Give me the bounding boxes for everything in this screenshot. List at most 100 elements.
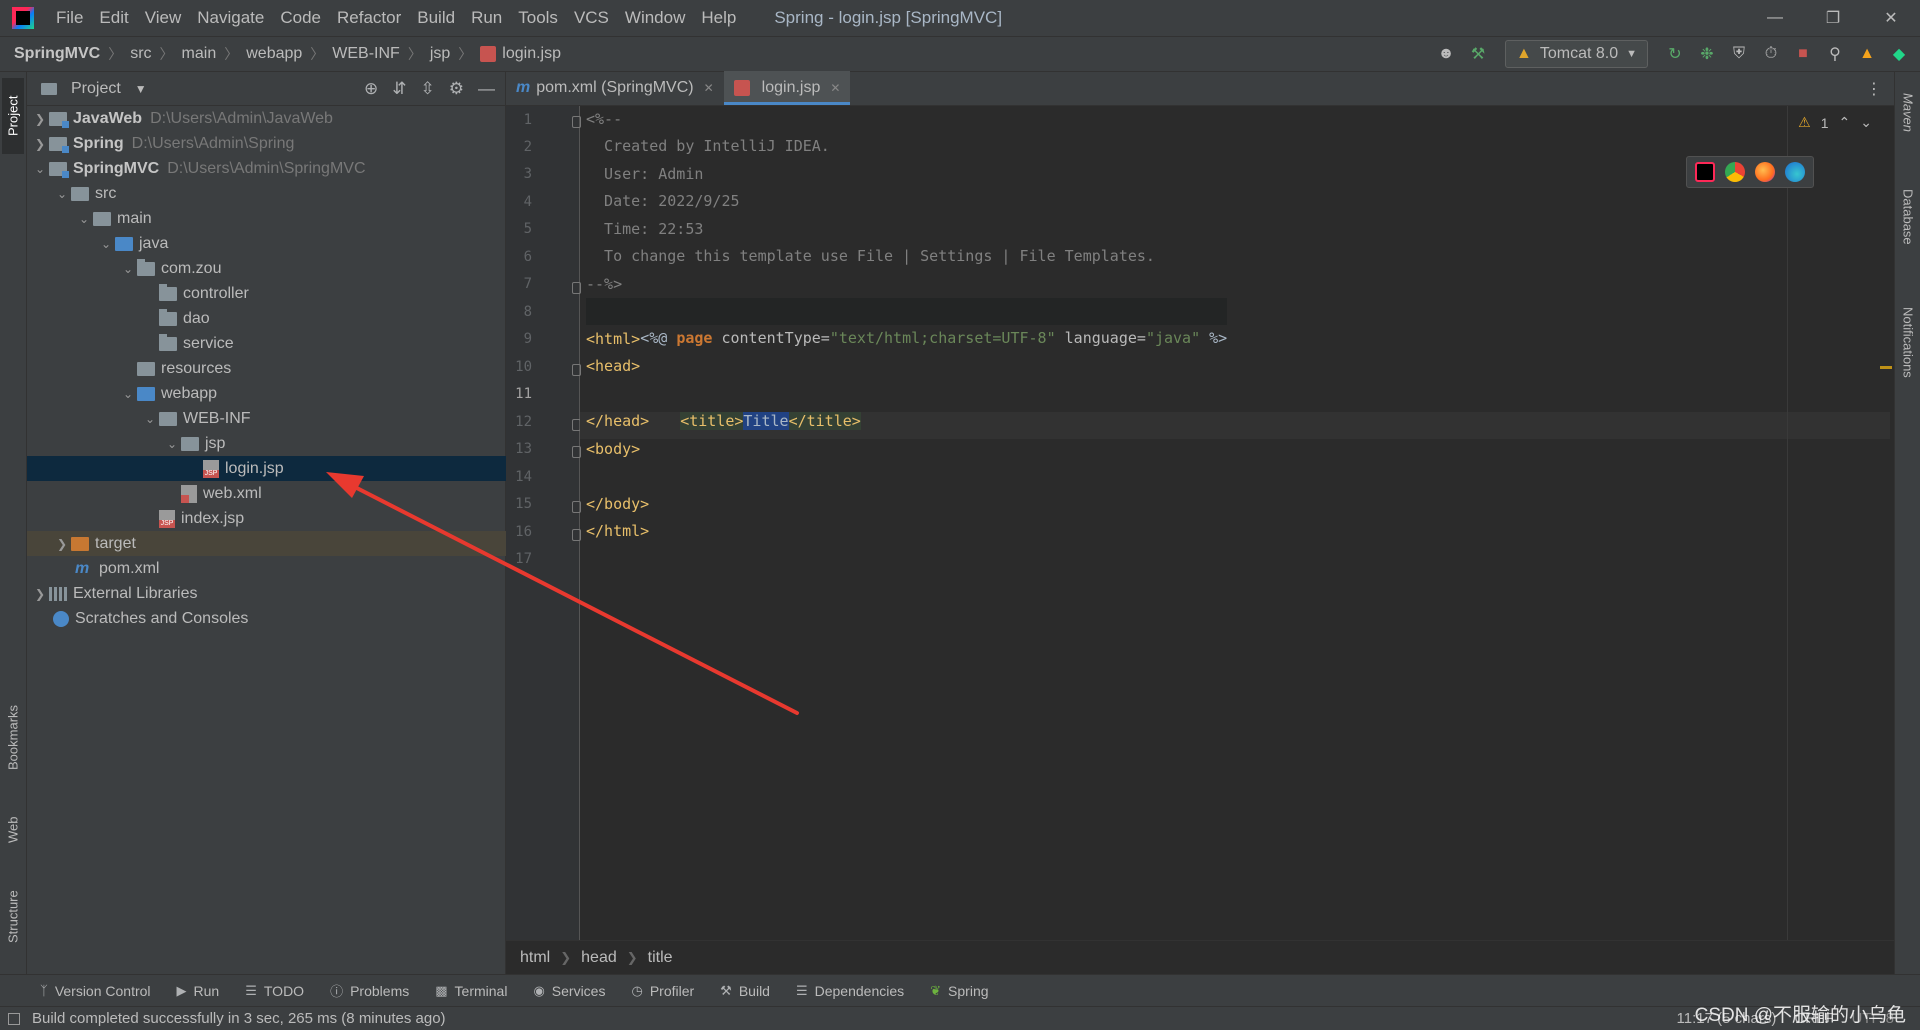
build-hammer-icon[interactable]: ⚒ bbox=[1465, 41, 1491, 67]
breadcrumb-title[interactable]: title bbox=[648, 949, 673, 967]
tree-item-index-jsp[interactable]: index.jsp bbox=[27, 506, 506, 531]
tree-item-springmvc[interactable]: ⌄ SpringMVC D:\Users\Admin\SpringMVC bbox=[27, 156, 506, 181]
breadcrumb-head[interactable]: head bbox=[581, 949, 617, 967]
tree-item-target[interactable]: ❯ target bbox=[27, 531, 506, 556]
chevron-right-icon[interactable]: ❯ bbox=[31, 587, 49, 601]
chevron-down-icon[interactable]: ⌄ bbox=[53, 187, 71, 201]
gear-icon[interactable]: ⚙ bbox=[449, 79, 464, 99]
tree-item-scratches[interactable]: Scratches and Consoles bbox=[27, 606, 506, 631]
bookmarks-tool-tab[interactable]: Bookmarks bbox=[2, 692, 24, 782]
status-message[interactable]: Build completed successfully in 3 sec, 2… bbox=[8, 1010, 446, 1027]
tree-item-webapp[interactable]: ⌄ webapp bbox=[27, 381, 506, 406]
tree-item-pom-xml[interactable]: m pom.xml bbox=[27, 556, 506, 581]
fold-marker-icon[interactable] bbox=[572, 529, 581, 541]
breadcrumb-html[interactable]: html bbox=[520, 949, 550, 967]
restore-icon[interactable]: ❐ bbox=[1804, 0, 1862, 36]
minimize-icon[interactable]: — bbox=[1746, 0, 1804, 36]
menu-vcs[interactable]: VCS bbox=[566, 0, 617, 36]
fold-marker-icon[interactable] bbox=[572, 282, 581, 294]
web-tool-tab[interactable]: Web bbox=[2, 802, 24, 858]
menu-window[interactable]: Window bbox=[617, 0, 693, 36]
menu-file[interactable]: File bbox=[48, 0, 91, 36]
tool-dependencies[interactable]: ☰ Dependencies bbox=[796, 983, 904, 999]
tree-item-dao[interactable]: dao bbox=[27, 306, 506, 331]
tree-item-javaweb[interactable]: ❯ JavaWeb D:\Users\Admin\JavaWeb bbox=[27, 106, 506, 131]
fold-marker-icon[interactable] bbox=[572, 364, 581, 376]
tab-login-jsp[interactable]: login.jsp ✕ bbox=[723, 71, 851, 105]
edge-icon[interactable] bbox=[1785, 162, 1805, 182]
notifications-tool-tab[interactable]: Notifications bbox=[1897, 282, 1919, 402]
chevron-up-icon[interactable]: ⌃ bbox=[1839, 114, 1851, 131]
tree-item-jsp[interactable]: ⌄ jsp bbox=[27, 431, 506, 456]
fold-marker-icon[interactable] bbox=[572, 501, 581, 513]
menu-refactor[interactable]: Refactor bbox=[329, 0, 409, 36]
tree-item-resources[interactable]: resources bbox=[27, 356, 506, 381]
firefox-icon[interactable] bbox=[1755, 162, 1775, 182]
intellij-browser-icon[interactable] bbox=[1695, 162, 1715, 182]
tree-item-web-xml[interactable]: web.xml bbox=[27, 481, 506, 506]
tree-item-web-inf[interactable]: ⌄ WEB-INF bbox=[27, 406, 506, 431]
project-tool-tab[interactable]: Project bbox=[2, 78, 24, 154]
chevron-down-icon[interactable]: ⌄ bbox=[1860, 114, 1872, 131]
chevron-down-icon[interactable]: ⌄ bbox=[31, 162, 49, 176]
chevron-right-icon[interactable]: ❯ bbox=[31, 137, 49, 151]
crumb-project[interactable]: SpringMVC bbox=[14, 45, 100, 63]
tree-item-spring[interactable]: ❯ Spring D:\Users\Admin\Spring bbox=[27, 131, 506, 156]
expand-all-icon[interactable]: ⇵ bbox=[392, 79, 406, 99]
crumb-login-jsp[interactable]: login.jsp bbox=[502, 45, 561, 63]
error-stripe[interactable] bbox=[1880, 106, 1894, 940]
menu-edit[interactable]: Edit bbox=[91, 0, 136, 36]
chevron-down-icon[interactable]: ⌄ bbox=[75, 212, 93, 226]
menu-navigate[interactable]: Navigate bbox=[189, 0, 272, 36]
tree-item-main[interactable]: ⌄ main bbox=[27, 206, 506, 231]
profile-icon[interactable]: ⏱ bbox=[1758, 41, 1784, 67]
crumb-src[interactable]: src bbox=[130, 45, 151, 63]
collapse-all-icon[interactable]: ⇳ bbox=[421, 79, 435, 99]
crumb-jsp[interactable]: jsp bbox=[430, 45, 450, 63]
tool-run[interactable]: ▶ Run bbox=[177, 983, 220, 999]
menu-help[interactable]: Help bbox=[693, 0, 744, 36]
tool-terminal[interactable]: ▩ Terminal bbox=[435, 983, 507, 999]
chrome-icon[interactable] bbox=[1725, 162, 1745, 182]
menu-tools[interactable]: Tools bbox=[510, 0, 566, 36]
more-options-icon[interactable]: ⋮ bbox=[1854, 79, 1894, 99]
tool-windows-icon[interactable] bbox=[8, 1012, 20, 1025]
crumb-webapp[interactable]: webapp bbox=[246, 45, 302, 63]
structure-tool-tab[interactable]: Structure bbox=[2, 872, 24, 962]
tool-profiler[interactable]: ◷ Profiler bbox=[631, 983, 694, 999]
tool-todo[interactable]: ☰ TODO bbox=[245, 983, 304, 999]
chevron-down-icon[interactable]: ▼ bbox=[135, 82, 147, 96]
close-icon[interactable]: ✕ bbox=[1862, 0, 1920, 36]
stop-icon[interactable]: ■ bbox=[1790, 41, 1816, 67]
crumb-main[interactable]: main bbox=[182, 45, 217, 63]
menu-build[interactable]: Build bbox=[409, 0, 463, 36]
debug-bug-icon[interactable]: ❉ bbox=[1694, 41, 1720, 67]
tree-item-login-jsp[interactable]: login.jsp bbox=[27, 456, 506, 481]
close-icon[interactable]: ✕ bbox=[704, 81, 714, 95]
database-tool-tab[interactable]: Database bbox=[1897, 172, 1919, 262]
chevron-down-icon[interactable]: ⌄ bbox=[97, 237, 115, 251]
maven-tool-tab[interactable]: Maven bbox=[1897, 78, 1919, 148]
fold-marker-icon[interactable] bbox=[572, 446, 581, 458]
rerun-icon[interactable]: ↻ bbox=[1662, 41, 1688, 67]
tool-build[interactable]: ⚒ Build bbox=[720, 983, 770, 999]
menu-code[interactable]: Code bbox=[272, 0, 329, 36]
menu-run[interactable]: Run bbox=[463, 0, 510, 36]
tree-item-service[interactable]: service bbox=[27, 331, 506, 356]
warning-marker[interactable] bbox=[1880, 366, 1892, 369]
tree-item-controller[interactable]: controller bbox=[27, 281, 506, 306]
tool-version-control[interactable]: ᛉ Version Control bbox=[40, 983, 151, 999]
code-editor[interactable]: <%-- Created by IntelliJ IDEA. User: Adm… bbox=[586, 106, 1866, 940]
run-configuration-select[interactable]: ▲ Tomcat 8.0 ▼ bbox=[1505, 40, 1648, 68]
tab-pom-xml[interactable]: m pom.xml (SpringMVC) ✕ bbox=[506, 71, 724, 105]
inspection-widget[interactable]: ⚠ 1 ⌃ ⌄ bbox=[1798, 114, 1872, 131]
chevron-right-icon[interactable]: ❯ bbox=[31, 112, 49, 126]
tool-services[interactable]: ◉ Services bbox=[533, 983, 605, 999]
tool-spring[interactable]: ❦ Spring bbox=[930, 983, 988, 999]
project-panel-title[interactable]: Project bbox=[71, 80, 121, 98]
fold-marker-icon[interactable] bbox=[572, 116, 581, 128]
tree-item-java[interactable]: ⌄ java bbox=[27, 231, 506, 256]
coverage-icon[interactable]: ⛨ bbox=[1726, 41, 1752, 67]
search-icon[interactable]: ⚲ bbox=[1822, 41, 1848, 67]
menu-view[interactable]: View bbox=[137, 0, 190, 36]
